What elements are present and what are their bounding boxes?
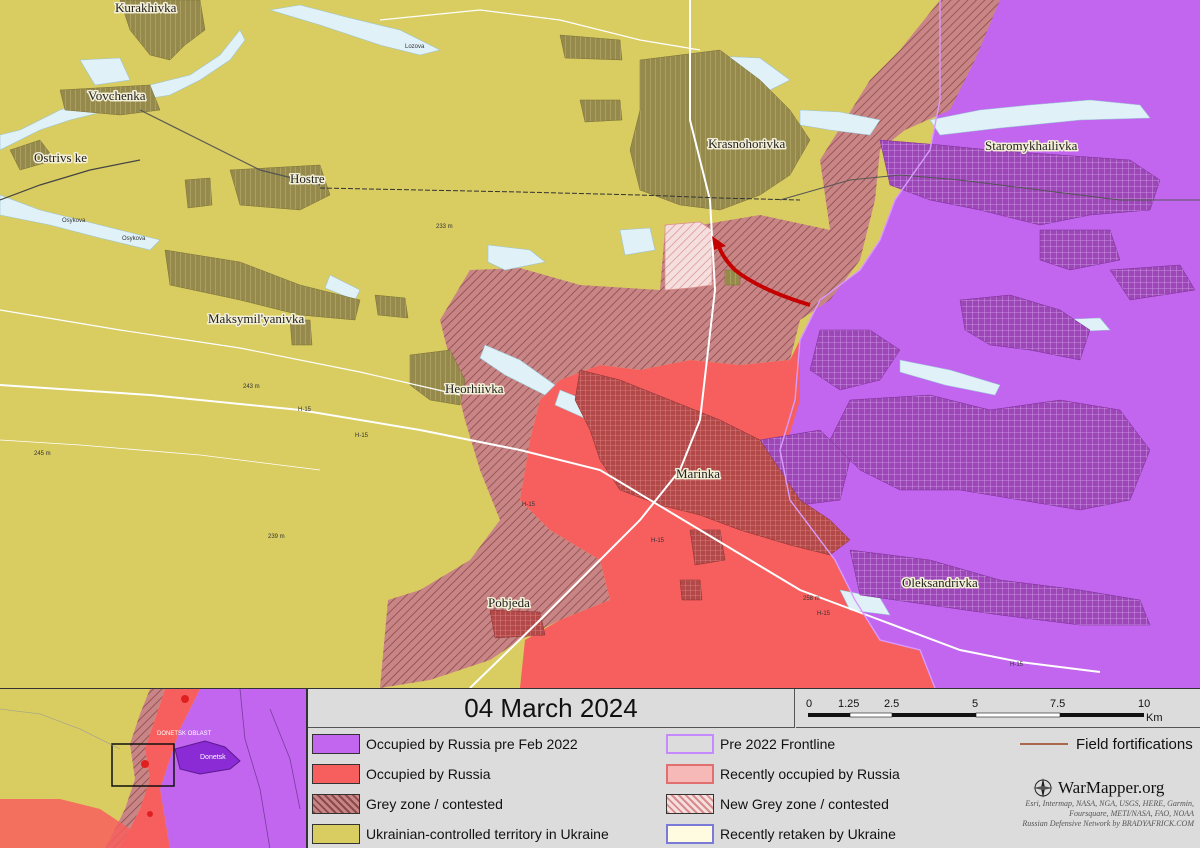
map-credits: Esri, Intermap, NASA, NGA, USGS, HERE, G…: [994, 799, 1194, 829]
legend-item-occupied-pre2022: Occupied by Russia pre Feb 2022: [312, 733, 578, 755]
road-label-h15: H-15: [522, 502, 536, 508]
elevation-label: 233 m: [436, 224, 453, 230]
scale-unit: Km: [1146, 712, 1163, 724]
label-hostre: Hostre: [290, 171, 325, 186]
legend-label: Occupied by Russia: [366, 766, 491, 782]
scale-tick: 2.5: [884, 698, 899, 710]
label-ostrivske: Ostrivs ke: [34, 150, 87, 165]
legend-item-occupied: Occupied by Russia: [312, 763, 491, 785]
legend-label: Recently retaken by Ukraine: [720, 826, 896, 842]
legend-item-grey-zone: Grey zone / contested: [312, 793, 503, 815]
legend-item-recent-occupied: Recently occupied by Russia: [666, 763, 900, 785]
legend-item-new-grey: New Grey zone / contested: [666, 793, 889, 815]
legend-panel: Donetsk DONETSK OBLAST 04 March 2024 0 1…: [0, 688, 1200, 848]
legend-swatch: [1020, 743, 1068, 745]
scale-tick: 10: [1138, 698, 1150, 710]
legend-swatch: [312, 734, 360, 754]
label-heorhiivka: Heorhiivka: [445, 381, 504, 396]
label-maksymilyanivka: Maksymil'yanivka: [208, 311, 304, 326]
legend-swatch: [312, 794, 360, 814]
label-vovchenka: Vovchenka: [88, 88, 146, 103]
legend-item-retaken: Recently retaken by Ukraine: [666, 823, 896, 845]
legend-item-frontline-2022: Pre 2022 Frontline: [666, 733, 835, 755]
scale-bar: 0 1.25 2.5 5 7.5 10 Km: [796, 689, 1200, 728]
elevation-label: 239 m: [268, 534, 285, 540]
legend-swatch: [666, 824, 714, 844]
legend-label: Ukrainian-controlled territory in Ukrain…: [366, 826, 609, 842]
scale-tick: 1.25: [838, 698, 859, 710]
inset-map-canvas: Donetsk DONETSK OBLAST: [0, 689, 306, 848]
road-label-h15: H-15: [817, 611, 831, 617]
scale-bar-graphic: 0 1.25 2.5 5 7.5 10 Km: [806, 698, 1163, 724]
elevation-label: 245 m: [34, 451, 51, 457]
label-pobjeda: Pobjeda: [488, 595, 530, 610]
inset-city-label: Donetsk: [200, 754, 226, 761]
road-label-h15: H-15: [298, 407, 312, 413]
label-kurakhivka: Kurakhivka: [115, 0, 177, 15]
label-krasnohorivka: Krasnohorivka: [708, 136, 785, 151]
river-label-osykova: Osykova: [122, 236, 146, 242]
brand: WarMapper.org: [1032, 777, 1164, 799]
road-label-h15: H-15: [355, 433, 369, 439]
inset-map[interactable]: Donetsk DONETSK OBLAST: [0, 689, 308, 848]
credit-line: Esri, Intermap, NASA, NGA, USGS, HERE, G…: [1025, 799, 1194, 808]
title-box: 04 March 2024: [308, 689, 795, 728]
label-oleksandrivka: Oleksandrivka: [902, 575, 978, 590]
legend-label: New Grey zone / contested: [720, 796, 889, 812]
legend-label: Grey zone / contested: [366, 796, 503, 812]
map-date-title: 04 March 2024: [464, 692, 638, 723]
elevation-label: 258 m: [803, 596, 820, 602]
legend-label: Field fortifications: [1076, 735, 1193, 753]
inset-oblast-label: DONETSK OBLAST: [157, 731, 212, 737]
legend-label: Occupied by Russia pre Feb 2022: [366, 736, 578, 752]
new-grey-zone[interactable]: [664, 221, 713, 291]
inset-marker: [181, 695, 189, 703]
legend-label: Recently occupied by Russia: [720, 766, 900, 782]
legend-item-fortifications: Field fortifications: [1020, 733, 1193, 755]
elevation-label: 243 m: [243, 384, 260, 390]
label-staromykhailivka: Staromykhailivka: [985, 138, 1078, 153]
brand-name: WarMapper.org: [1058, 778, 1165, 797]
legend-swatch: [666, 794, 714, 814]
legend-item-ukraine: Ukrainian-controlled territory in Ukrain…: [312, 823, 609, 845]
road-label-h15: H-15: [651, 538, 665, 544]
legend-swatch: [666, 734, 714, 754]
river-label-osykova: Osykova: [62, 218, 86, 224]
legend-swatch: [666, 764, 714, 784]
scale-tick: 0: [806, 698, 812, 710]
scale-tick: 7.5: [1050, 698, 1065, 710]
legend-label: Pre 2022 Frontline: [720, 736, 836, 752]
legend-swatch: [312, 764, 360, 784]
scale-tick: 5: [972, 698, 978, 710]
road-label-h15: H-15: [1010, 662, 1024, 668]
map-canvas[interactable]: Kurakhivka Vovchenka Ostrivs ke Hostre K…: [0, 0, 1200, 688]
credit-line: Russian Defensive Network by BRADYAFRICK…: [1022, 819, 1194, 828]
map-page: Kurakhivka Vovchenka Ostrivs ke Hostre K…: [0, 0, 1200, 848]
credit-line: Foursquare, METI/NASA, FAO, NOAA: [1069, 809, 1194, 818]
compass-icon: [1033, 778, 1053, 798]
inset-marker: [141, 760, 149, 768]
legend-swatch: [312, 824, 360, 844]
inset-marker: [147, 811, 153, 817]
label-marinka: Marinka: [676, 466, 720, 481]
river-label-lozova: Lozova: [405, 44, 425, 50]
